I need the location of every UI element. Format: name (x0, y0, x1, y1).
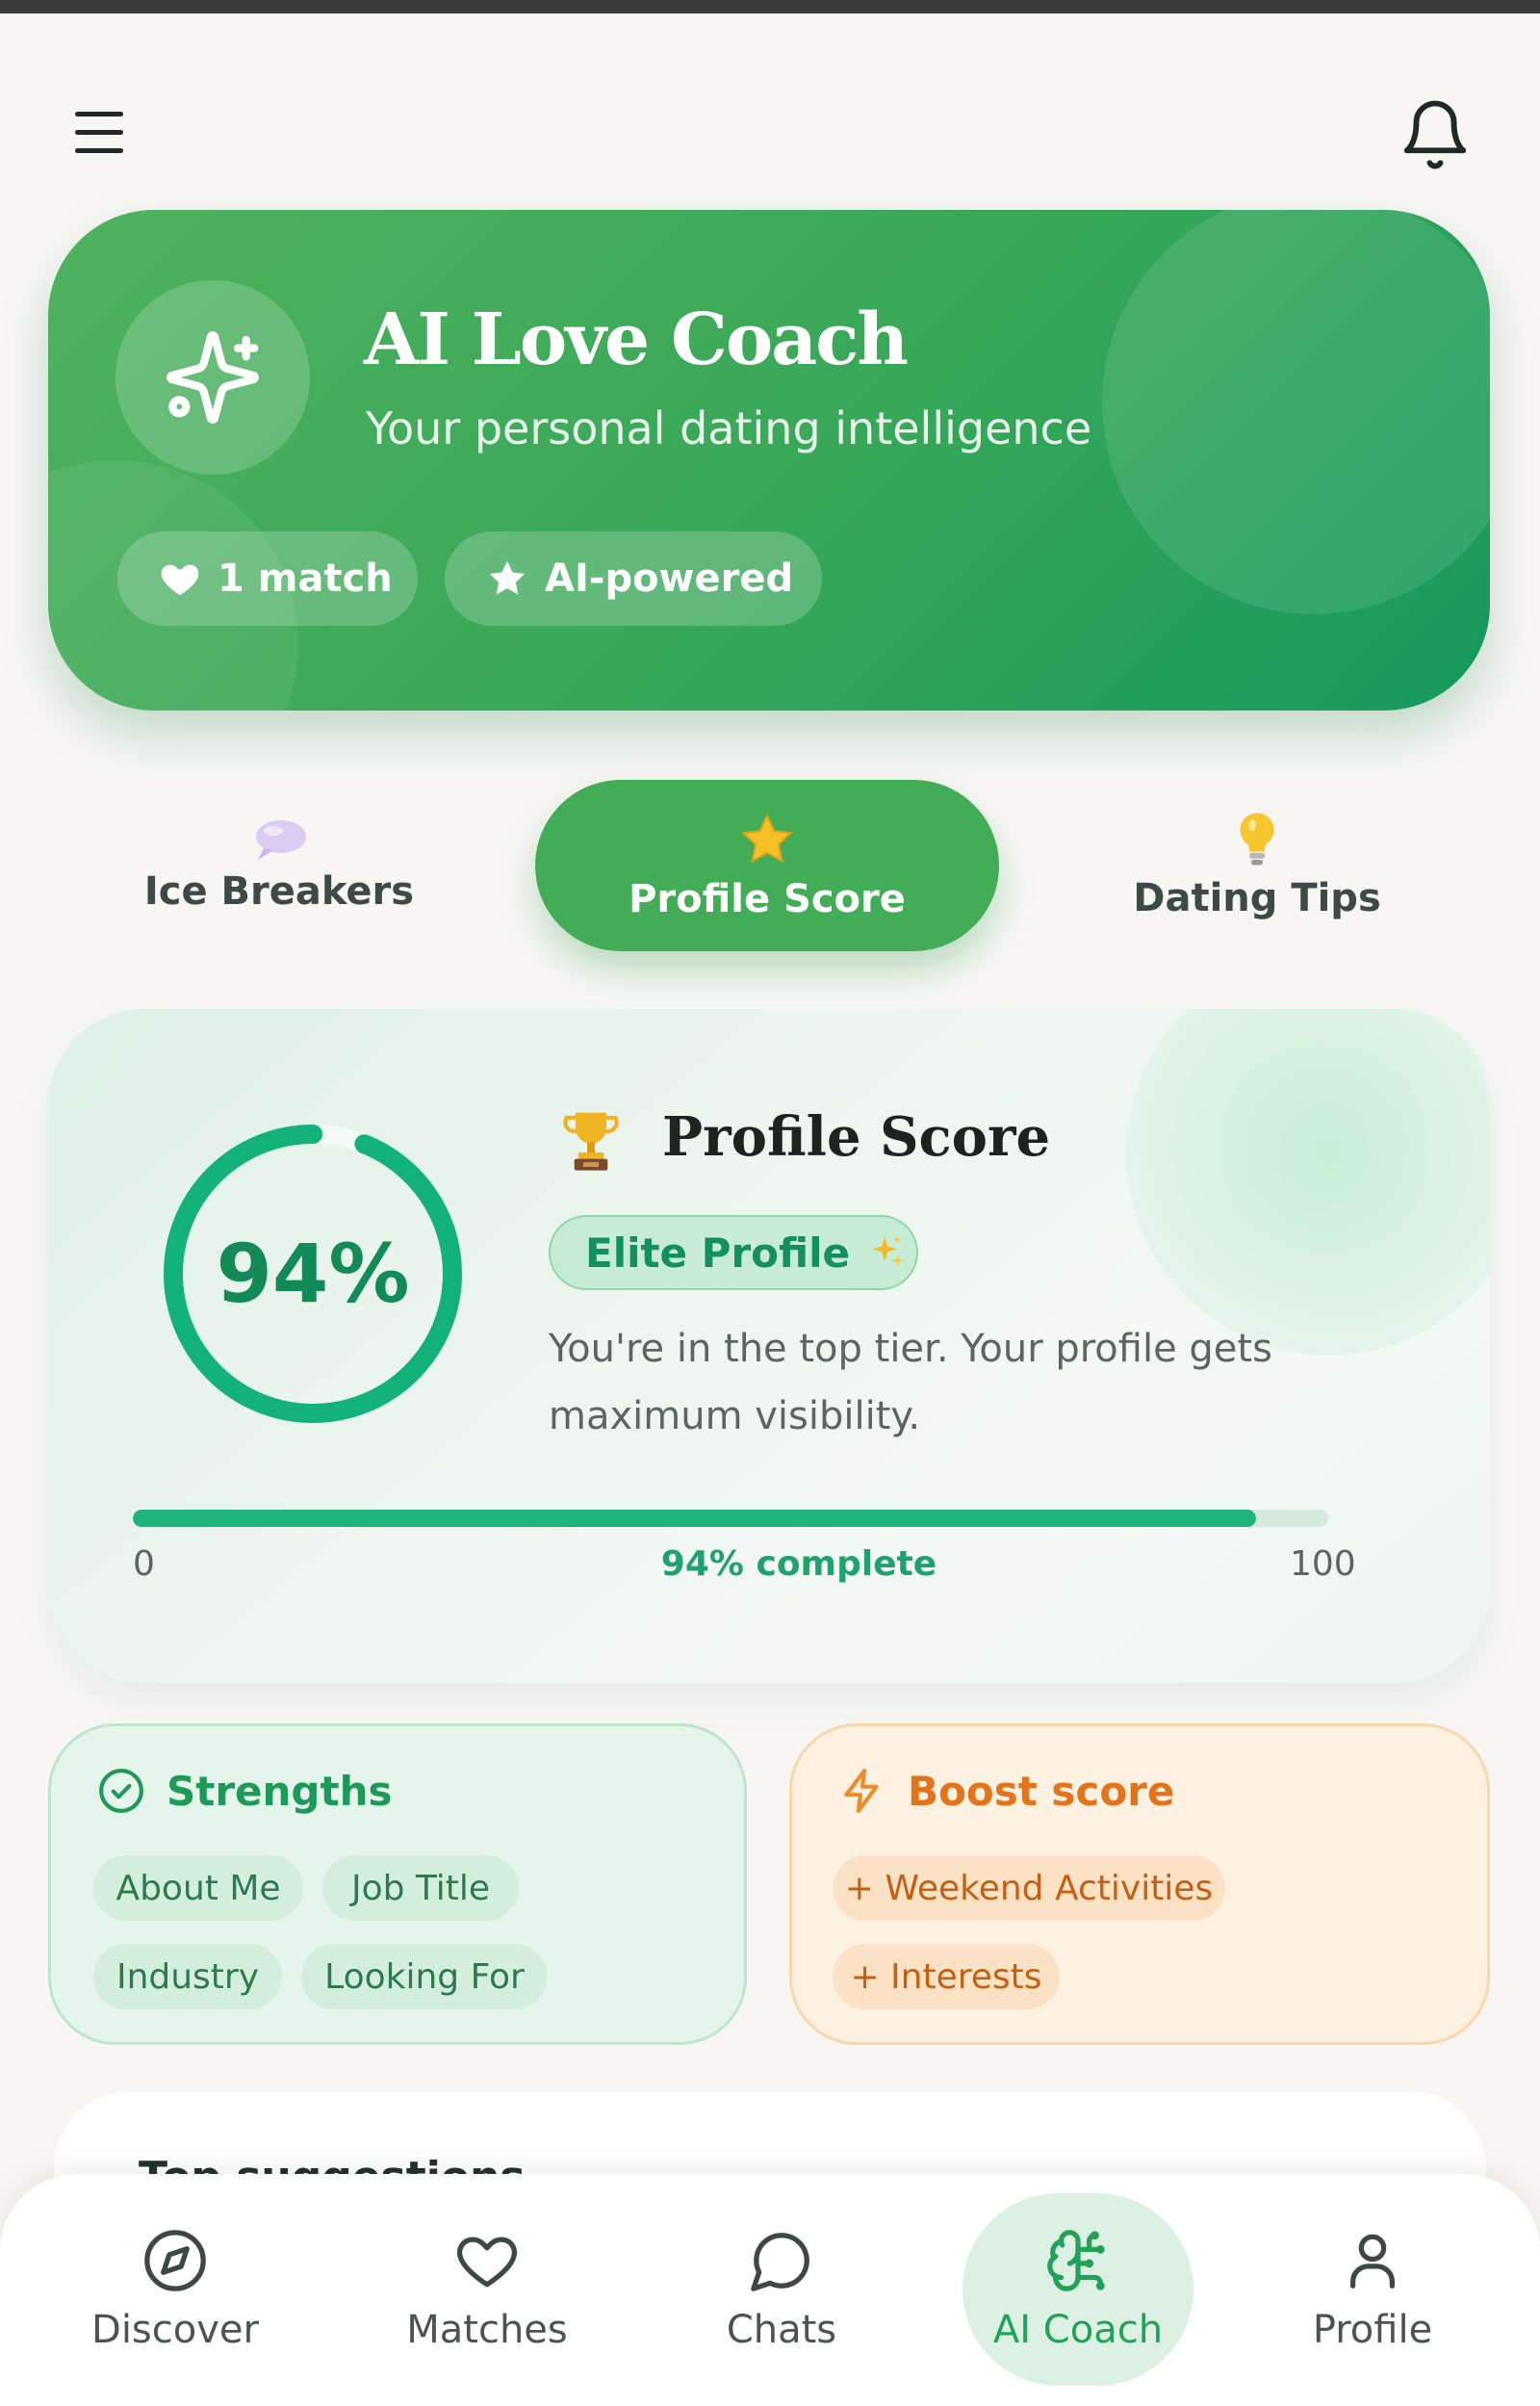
nav-label: Matches (406, 2308, 568, 2352)
boost-header: Boost score (838, 1767, 1174, 1815)
notifications-button[interactable] (1398, 96, 1473, 173)
chip-label: + Weekend Activities (844, 1868, 1214, 1908)
nav-label: Profile (1312, 2308, 1433, 2352)
nav-label: AI Coach (992, 2308, 1164, 2352)
ai-powered-pill: AI-powered (445, 531, 822, 626)
nav-profile[interactable]: Profile (1257, 2193, 1488, 2386)
hero-icon-badge (116, 280, 310, 475)
tab-label: Profile Score (629, 877, 906, 921)
hero-decoration-circle (1102, 210, 1490, 614)
progress-scale-max: 100 (1290, 1544, 1356, 1584)
speech-bubble-icon (256, 820, 306, 860)
profile-score-card: 94% Profile Score Elite Profile You're i… (48, 1009, 1490, 1683)
compass-icon (144, 2230, 206, 2291)
app-header (0, 13, 1540, 196)
tab-dating-tips[interactable]: Dating Tips (1084, 780, 1430, 951)
trophy-icon (563, 1112, 619, 1171)
chat-bubble-icon (751, 2233, 809, 2291)
check-circle-icon (99, 1769, 143, 1813)
chip-label: Looking For (324, 1956, 525, 1997)
score-title: Profile Score (662, 1105, 1051, 1169)
match-count-label: 1 match (218, 556, 393, 601)
strength-chip-looking-for: Looking For (301, 1944, 548, 2009)
heart-icon (161, 564, 199, 596)
lightning-icon (844, 1769, 879, 1813)
bottom-navigation: Discover Matches Chats AI Coach Profile (0, 2174, 1540, 2406)
nav-label: Discover (91, 2308, 259, 2352)
elite-profile-label: Elite Profile (585, 1229, 851, 1277)
strengths-title: Strengths (167, 1767, 393, 1815)
strength-chip-industry: Industry (93, 1944, 282, 2009)
tab-label: Ice Breakers (143, 869, 415, 914)
nav-matches[interactable]: Matches (372, 2193, 603, 2386)
match-count-pill: 1 match (117, 531, 418, 626)
strength-chip-job-title: Job Title (322, 1855, 519, 1921)
chip-label: + Interests (850, 1956, 1042, 1997)
nav-label: Chats (726, 2308, 837, 2352)
ai-powered-label: AI-powered (545, 556, 794, 601)
elite-profile-badge: Elite Profile (549, 1215, 918, 1290)
score-percentage: 94% (216, 1227, 410, 1321)
tab-profile-score[interactable]: Profile Score (535, 780, 999, 951)
chip-label: About Me (116, 1868, 281, 1908)
bell-icon (1403, 100, 1467, 169)
ai-coach-hero-card: AI Love Coach Your personal dating intel… (48, 210, 1490, 711)
progress-complete-label: 94% complete (660, 1544, 937, 1584)
boost-score-card: Boost score + Weekend Activities + Inter… (789, 1723, 1490, 2045)
hero-subtitle: Your personal dating intelligence (366, 402, 1092, 454)
score-card-glow (1126, 1009, 1490, 1356)
sparkle-emoji-icon (872, 1234, 905, 1267)
score-progress-fill (133, 1510, 1257, 1527)
score-progress-bar (133, 1510, 1328, 1527)
hero-title: AI Love Coach (364, 298, 909, 381)
lightbulb-icon (1240, 813, 1274, 866)
strengths-card: Strengths About Me Job Title Industry Lo… (48, 1723, 747, 2045)
nav-discover[interactable]: Discover (60, 2193, 291, 2386)
star-icon (741, 814, 793, 864)
chip-label: Job Title (350, 1868, 491, 1908)
heart-icon (457, 2237, 517, 2288)
boost-title: Boost score (908, 1767, 1175, 1815)
strengths-header: Strengths (97, 1767, 392, 1815)
sparkles-icon (167, 331, 259, 424)
brain-icon (1047, 2230, 1105, 2291)
nav-chats[interactable]: Chats (666, 2193, 897, 2386)
chip-label: Industry (116, 1956, 260, 1997)
tab-label: Dating Tips (1133, 876, 1381, 920)
person-icon (1349, 2234, 1396, 2289)
boost-chip-weekend-activities[interactable]: + Weekend Activities (833, 1855, 1225, 1921)
nav-ai-coach[interactable]: AI Coach (962, 2193, 1194, 2386)
strength-chip-about-me: About Me (93, 1855, 303, 1921)
score-description: You're in the top tier. Your profile get… (549, 1327, 1272, 1438)
top-status-strip (0, 0, 1540, 13)
star-icon (489, 560, 526, 595)
progress-scale-min: 0 (133, 1544, 155, 1584)
tab-ice-breakers[interactable]: Ice Breakers (106, 780, 452, 951)
menu-button[interactable] (67, 100, 135, 168)
boost-chip-interests[interactable]: + Interests (833, 1944, 1060, 2009)
